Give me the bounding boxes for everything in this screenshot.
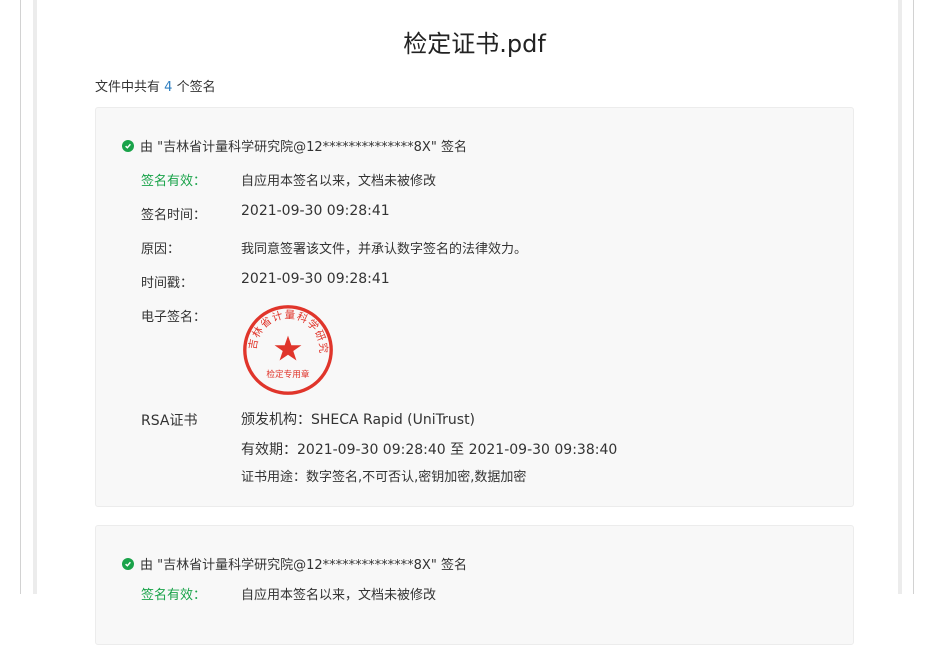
seal-star: [274, 335, 302, 361]
status-value: 自应用本签名以来，文档未被修改: [241, 174, 437, 189]
cert-usage: 证书用途：数字签名,不可否认,密钥加密,数据加密: [241, 470, 527, 485]
page-border-right: [913, 0, 914, 594]
cert-validity: 有效期：2021-09-30 09:28:40 至 2021-09-30 09:…: [241, 442, 618, 458]
timestamp-value: 2021-09-30 09:28:41: [241, 271, 390, 287]
signature-count: 4: [164, 80, 173, 95]
esign-label: 电子签名：: [141, 310, 207, 325]
signature-card: 由 "吉林省计量科学研究院@12**************8X" 签名 签名有…: [95, 107, 854, 507]
signature-summary: 文件中共有 4 个签名: [95, 76, 216, 95]
sign-time-value: 2021-09-30 09:28:41: [241, 203, 390, 219]
signature-card: 由 "吉林省计量科学研究院@12**************8X" 签名 签名有…: [95, 525, 854, 645]
page-shadow-left: [33, 0, 37, 594]
cert-issuer: 颁发机构：SHECA Rapid (UniTrust): [241, 412, 476, 428]
sign-time-label: 签名时间：: [141, 208, 207, 223]
status-label: 签名有效：: [141, 174, 207, 189]
signer-line: 由 "吉林省计量科学研究院@12**************8X" 签名: [122, 136, 467, 155]
signer-text: 由 "吉林省计量科学研究院@12**************8X" 签名: [140, 558, 467, 573]
check-circle-icon: [122, 139, 134, 152]
timestamp-label: 时间戳：: [141, 276, 194, 291]
page-title: 检定证书.pdf: [403, 30, 546, 58]
signer-text: 由 "吉林省计量科学研究院@12**************8X" 签名: [140, 140, 467, 155]
signer-line: 由 "吉林省计量科学研究院@12**************8X" 签名: [122, 554, 467, 573]
reason-value: 我同意签署该文件，并承认数字签名的法律效力。: [241, 242, 528, 257]
reason-label: 原因：: [141, 242, 181, 257]
seal-bottom-text: 检定专用章: [266, 368, 310, 380]
cert-label: RSA证书: [141, 413, 198, 429]
summary-suffix: 个签名: [176, 80, 216, 95]
summary-prefix: 文件中共有: [95, 80, 161, 95]
check-circle-icon: [122, 557, 134, 570]
page-border-left: [20, 0, 21, 594]
page-shadow-right: [898, 0, 902, 594]
seal-stamp-icon: 吉林省计量科学研究院 检定专用章: [240, 302, 333, 395]
